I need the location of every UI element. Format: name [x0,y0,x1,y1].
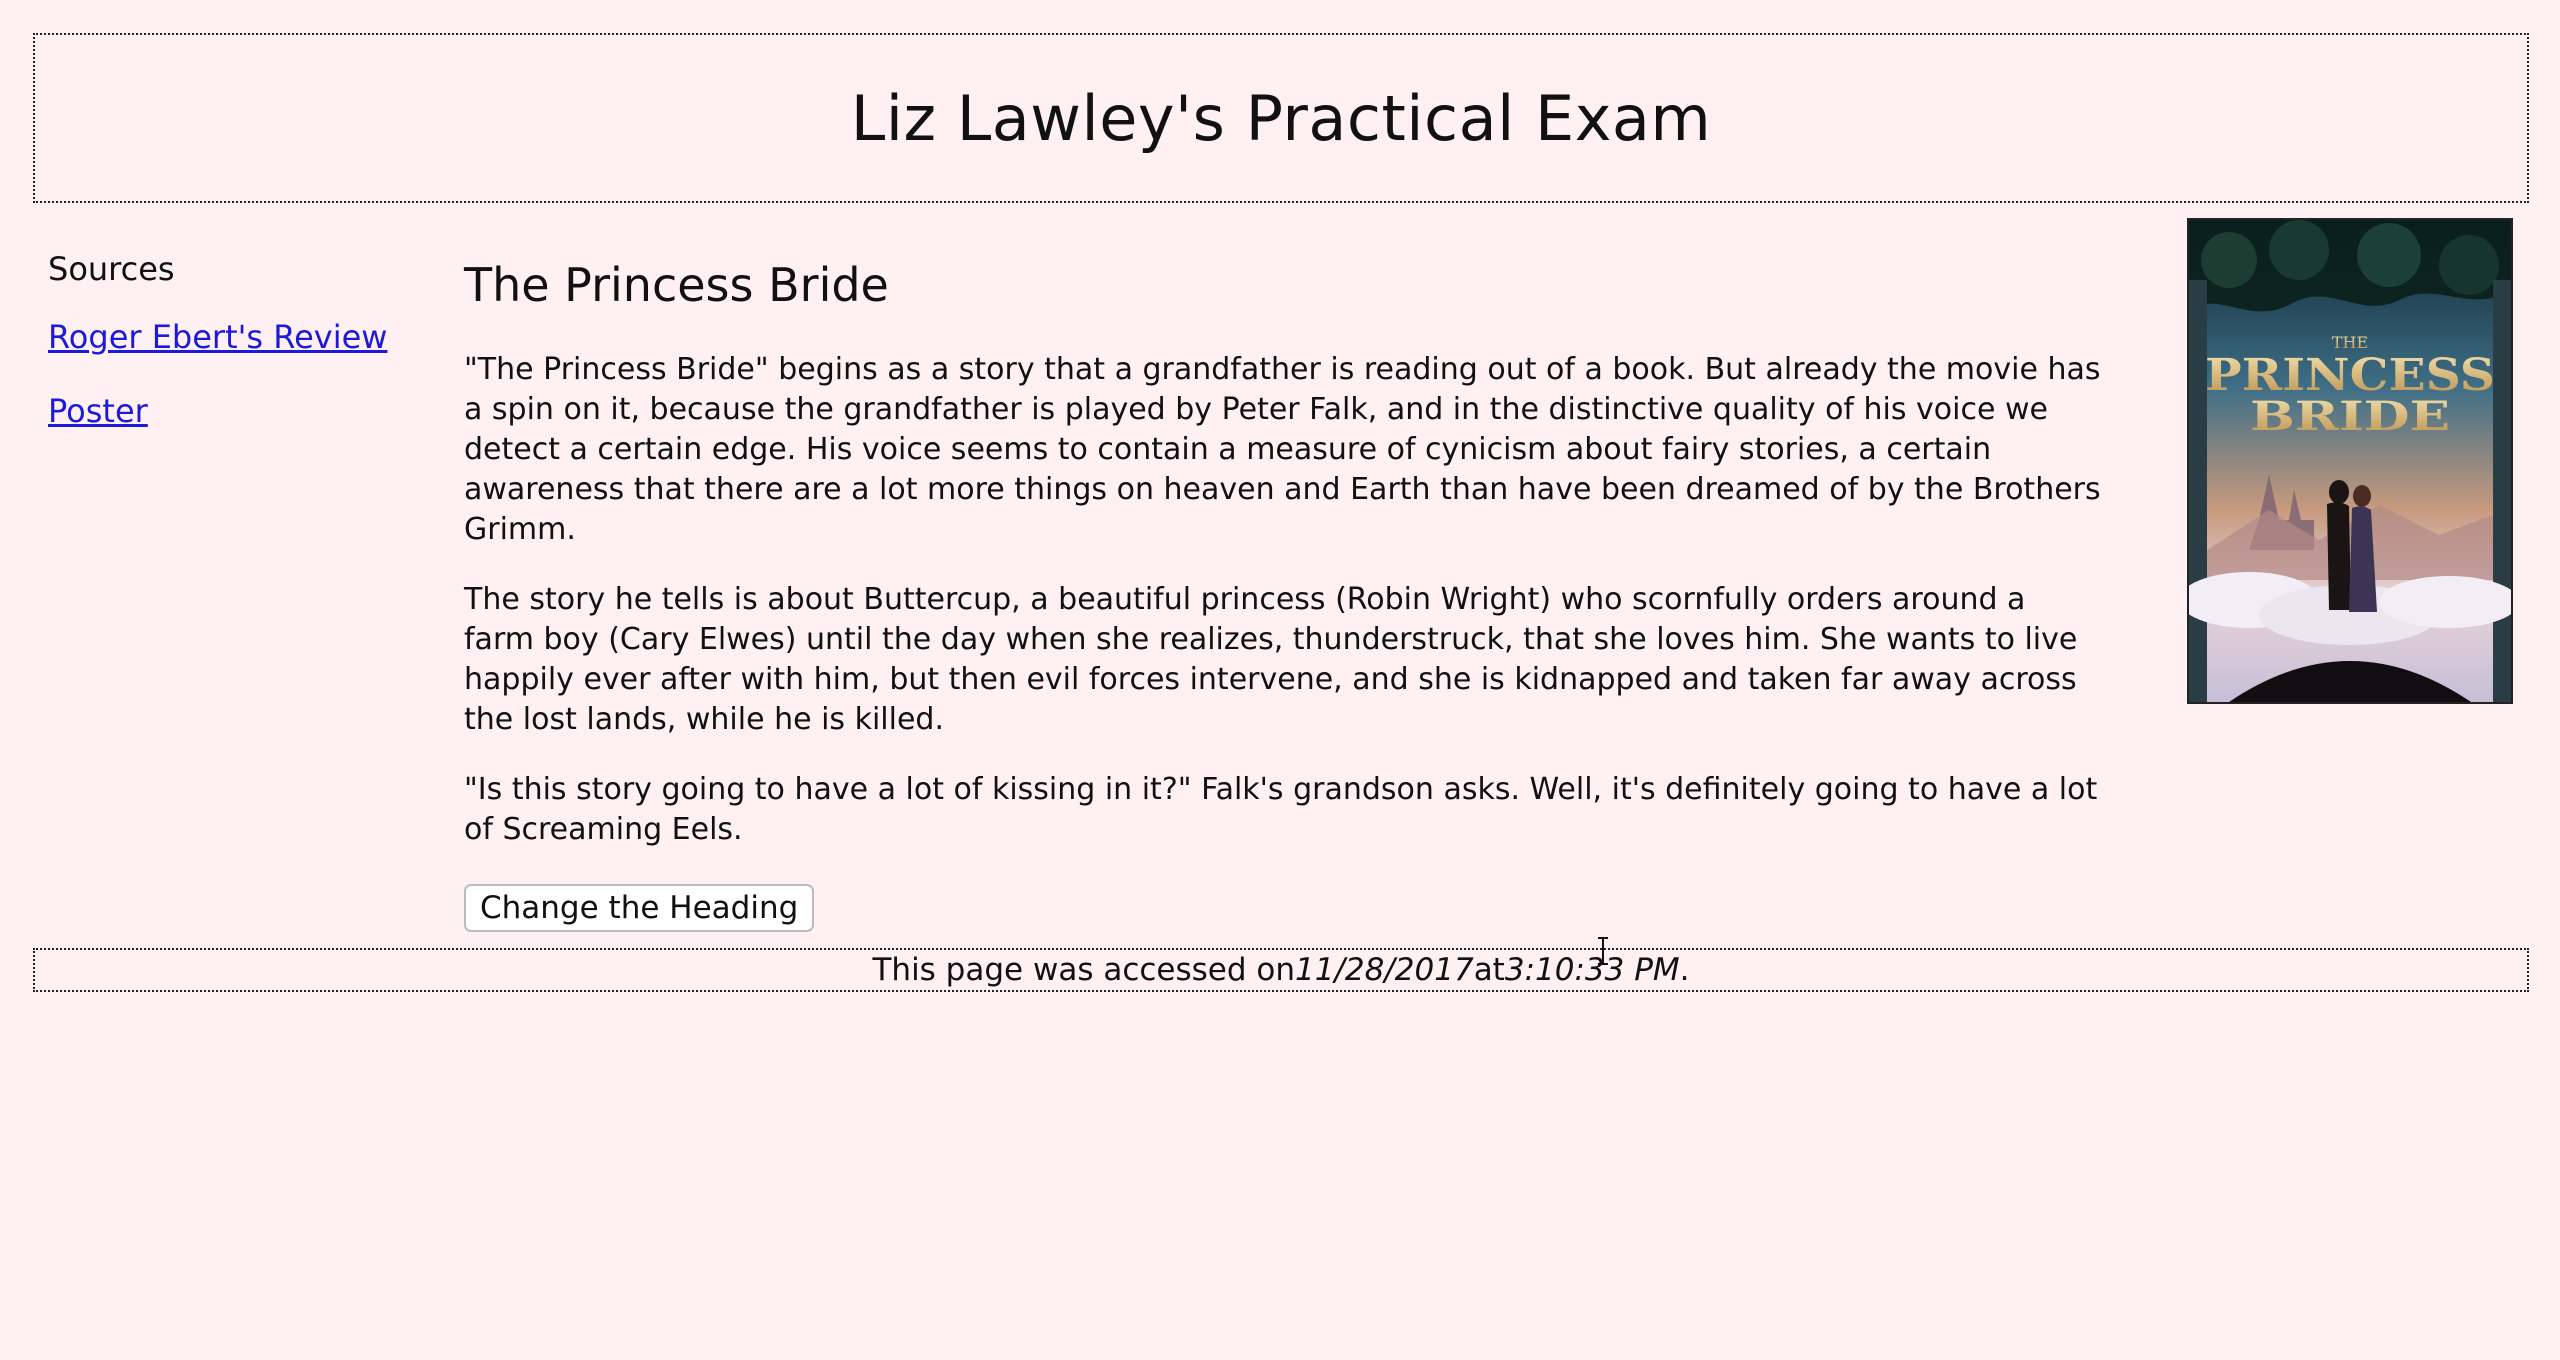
access-prefix: This page was accessed on [872,952,1295,988]
sources-sidebar: Sources Roger Ebert's Review Poster [48,250,408,466]
article-heading: The Princess Bride [464,258,889,312]
sources-title: Sources [48,250,175,288]
poster-link[interactable]: Poster [48,392,408,430]
text-cursor-icon [1596,936,1610,970]
roger-ebert-review-link[interactable]: Roger Ebert's Review [48,318,408,356]
access-date: 11/28/2017 [1295,952,1474,988]
article-paragraph: "Is this story going to have a lot of ki… [464,772,2098,847]
access-middle: at [1473,952,1505,988]
article-paragraph: The story he tells is about Buttercup, a… [464,582,2078,737]
page-header: Liz Lawley's Practical Exam [33,33,2529,203]
page-footer: This page was accessed on 11/28/2017 at … [33,948,2529,992]
article-paragraph: "The Princess Bride" begins as a story t… [464,352,2101,547]
main-content: The Princess Bride "The Princess Bride" … [464,258,2104,932]
change-heading-button[interactable]: Change the Heading [464,884,815,932]
page-title: Liz Lawley's Practical Exam [850,81,1712,155]
movie-poster-image: THE PRINCESS BRIDE [2187,218,2513,704]
poster-title-line3: BRIDE [2250,393,2450,440]
access-suffix: . [1679,952,1690,988]
access-time: 3:10:33 PM [1504,952,1680,988]
